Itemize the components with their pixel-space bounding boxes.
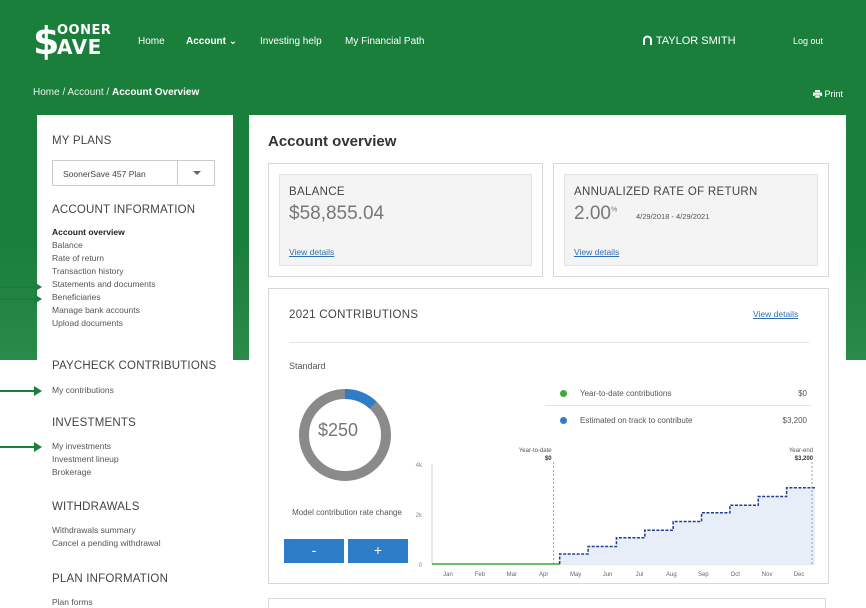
- legend-value-estimated: $3,200: [782, 416, 807, 425]
- plan-select-value: SoonerSave 457 Plan: [63, 169, 146, 179]
- y-tick-label: 2k: [416, 513, 423, 519]
- annotation-arrow: [0, 294, 42, 304]
- ytd-marker-value: $0: [545, 456, 552, 462]
- rate-of-return-dates: 4/29/2018 - 4/29/2021: [636, 212, 710, 221]
- sidebar-item-withdrawals-summary[interactable]: Withdrawals summary: [52, 525, 136, 535]
- sidebar-item-brokerage[interactable]: Brokerage: [52, 467, 91, 477]
- x-tick-label: Apr: [539, 572, 548, 578]
- rate-of-return-label: ANNUALIZED RATE OF RETURN: [574, 186, 758, 198]
- balance-view-details-link[interactable]: View details: [289, 247, 334, 257]
- user-name: TAYLOR SMITH: [655, 35, 736, 47]
- sidebar-item-upload-documents[interactable]: Upload documents: [52, 318, 123, 328]
- x-tick-label: Dec: [794, 572, 805, 578]
- rate-of-return-card-inner: ANNUALIZED RATE OF RETURN 2.00% 4/29/201…: [564, 174, 818, 266]
- annotation-arrow: [0, 442, 42, 452]
- divider: [289, 342, 809, 343]
- annotation-arrow: [0, 282, 42, 292]
- sidebar-item-cancel-withdrawal[interactable]: Cancel a pending withdrawal: [52, 538, 161, 548]
- legend-label-ytd: Year-to-date contributions: [580, 389, 672, 398]
- logo-text-bottom: AVE: [57, 35, 102, 59]
- sidebar-item-balance[interactable]: Balance: [52, 240, 83, 250]
- rate-of-return-view-details-link[interactable]: View details: [574, 247, 619, 257]
- plan-select[interactable]: SoonerSave 457 Plan: [52, 160, 215, 186]
- series-estimated-area: [559, 487, 815, 564]
- decrease-button[interactable]: -: [284, 539, 344, 563]
- model-contribution-text: Model contribution rate change: [292, 508, 402, 517]
- sidebar-item-beneficiaries[interactable]: Beneficiaries: [52, 292, 101, 302]
- balance-card: BALANCE $58,855.04 View details: [268, 163, 543, 277]
- dollar-logo-icon: $: [33, 19, 60, 63]
- investments-heading: INVESTMENTS: [52, 417, 136, 429]
- account-information-heading: ACCOUNT INFORMATION: [52, 204, 196, 216]
- breadcrumb-separator: /: [62, 87, 66, 98]
- page-title: Account overview: [268, 133, 397, 150]
- breadcrumb-separator: /: [106, 87, 110, 98]
- annotation-arrow: [0, 386, 42, 396]
- legend-value-ytd: $0: [798, 389, 807, 398]
- logout-link[interactable]: Log out: [793, 36, 823, 46]
- sidebar-item-transaction-history[interactable]: Transaction history: [52, 266, 124, 276]
- sidebar-item-statements[interactable]: Statements and documents: [52, 279, 155, 289]
- legend-dot-estimated: [560, 417, 567, 424]
- contributions-chart: 0 2k 4k Jan Feb Mar Apr May Jun Jul Aug Sep Oct Nov De…: [416, 448, 815, 578]
- legend-dot-ytd: [560, 390, 567, 397]
- user-menu[interactable]: TAYLOR SMITH: [642, 34, 736, 47]
- nav-account[interactable]: Account ⌄: [186, 36, 237, 47]
- balance-label: BALANCE: [289, 186, 345, 198]
- x-tick-label: May: [570, 572, 581, 578]
- sidebar-item-rate-of-return[interactable]: Rate of return: [52, 253, 104, 263]
- x-tick-label: Jul: [636, 572, 644, 578]
- sidebar-item-bank-accounts[interactable]: Manage bank accounts: [52, 305, 140, 315]
- sidebar-item-investment-lineup[interactable]: Investment lineup: [52, 454, 119, 464]
- x-tick-label: Jan: [443, 572, 453, 578]
- sidebar-item-plan-forms[interactable]: Plan forms: [52, 597, 93, 607]
- breadcrumb-current: Account Overview: [111, 87, 200, 98]
- ytd-marker-label: Year-to-date: [519, 448, 552, 454]
- withdrawals-heading: WITHDRAWALS: [52, 501, 140, 513]
- paycheck-contributions-heading: PAYCHECK CONTRIBUTIONS: [52, 360, 217, 372]
- legend-label-estimated: Estimated on track to contribute: [580, 416, 693, 425]
- year-end-marker-label: Year-end: [789, 448, 813, 454]
- breadcrumb-home[interactable]: Home: [33, 87, 60, 98]
- printer-icon: [813, 90, 822, 99]
- x-tick-label: Mar: [507, 572, 517, 578]
- balance-card-inner: BALANCE $58,855.04 View details: [279, 174, 532, 266]
- chevron-down-icon: [177, 161, 215, 185]
- top-header: [0, 0, 866, 78]
- x-tick-label: Feb: [475, 572, 486, 578]
- y-tick-label: 4k: [416, 463, 423, 469]
- donut-value: $250: [318, 420, 359, 440]
- nav-home[interactable]: Home: [138, 36, 165, 47]
- nav-investing-help[interactable]: Investing help: [260, 36, 322, 47]
- contributions-view-details-link[interactable]: View details: [753, 309, 798, 319]
- x-tick-label: Aug: [666, 572, 677, 578]
- sidebar-item-my-contributions[interactable]: My contributions: [52, 385, 114, 395]
- increase-button[interactable]: +: [348, 539, 408, 563]
- x-tick-label: Oct: [731, 572, 741, 578]
- x-tick-label: Sep: [698, 572, 709, 578]
- print-button[interactable]: Print: [813, 89, 843, 99]
- x-tick-label: Jun: [603, 572, 613, 578]
- contributions-title: 2021 CONTRIBUTIONS: [289, 309, 419, 321]
- user-icon: [643, 35, 652, 45]
- y-tick-label: 0: [419, 563, 423, 569]
- nav-financial-path[interactable]: My Financial Path: [345, 36, 424, 47]
- print-label: Print: [824, 89, 844, 99]
- sidebar-item-my-investments[interactable]: My investments: [52, 441, 111, 451]
- breadcrumb-account[interactable]: Account: [67, 87, 103, 98]
- my-plans-heading: MY PLANS: [52, 135, 112, 147]
- rate-of-return-card: ANNUALIZED RATE OF RETURN 2.00% 4/29/201…: [553, 163, 829, 277]
- plan-information-heading: PLAN INFORMATION: [52, 573, 169, 585]
- x-tick-label: Nov: [762, 572, 773, 578]
- sidebar-item-account-overview[interactable]: Account overview: [52, 227, 125, 237]
- standard-label: Standard: [289, 361, 326, 371]
- year-end-marker-value: $3,200: [795, 456, 814, 462]
- next-card: [268, 598, 826, 608]
- sidebar: MY PLANS SoonerSave 457 Plan ACCOUNT INF…: [37, 115, 233, 608]
- divider: [545, 405, 811, 406]
- rate-of-return-value: 2.00%: [574, 203, 618, 224]
- balance-value: $58,855.04: [289, 203, 385, 224]
- breadcrumb: Home / Account / Account Overview: [33, 87, 199, 98]
